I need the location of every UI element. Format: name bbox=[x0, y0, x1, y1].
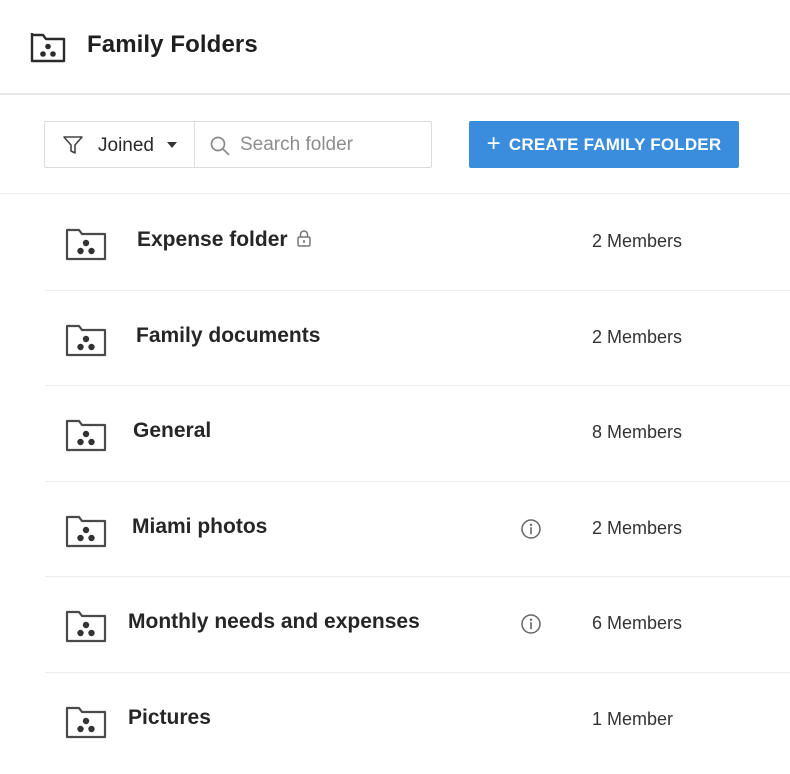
folder-row[interactable]: Miami photos 2 Members bbox=[45, 482, 790, 577]
family-folder-icon bbox=[65, 419, 107, 452]
family-folder-icon bbox=[65, 610, 107, 643]
search-box bbox=[194, 121, 432, 168]
search-icon bbox=[210, 136, 230, 156]
folder-name: Pictures bbox=[128, 706, 211, 730]
member-count: 1 Member bbox=[592, 708, 674, 729]
family-folder-icon bbox=[65, 706, 107, 738]
folder-row[interactable]: Expense folder 2 Members bbox=[45, 195, 790, 291]
folder-row[interactable]: Monthly needs and expenses 6 Members bbox=[45, 577, 790, 673]
member-count: 2 Members bbox=[592, 326, 683, 347]
member-count: 2 Members bbox=[592, 231, 683, 251]
folder-name: Expense folder bbox=[137, 228, 312, 252]
lock-icon bbox=[296, 230, 311, 247]
info-icon[interactable] bbox=[520, 518, 542, 540]
filter-icon bbox=[63, 136, 83, 154]
folder-row[interactable]: Pictures 1 Member bbox=[45, 673, 790, 769]
family-folder-icon bbox=[65, 324, 107, 356]
folder-name-text: Pictures bbox=[128, 705, 211, 729]
filter-dropdown[interactable]: Joined bbox=[44, 121, 194, 168]
family-folder-icon bbox=[65, 228, 107, 261]
folder-name: Miami photos bbox=[132, 515, 267, 539]
folder-name-text: Expense folder bbox=[137, 228, 288, 251]
member-count: 8 Members bbox=[592, 422, 683, 442]
filter-label: Joined bbox=[98, 135, 154, 156]
page-header: Family Folders bbox=[0, 0, 790, 95]
page-title: Family Folders bbox=[87, 31, 258, 58]
member-count: 2 Members bbox=[592, 517, 683, 538]
folder-name: General bbox=[133, 419, 211, 443]
family-folder-icon bbox=[65, 515, 107, 547]
plus-icon: + bbox=[486, 129, 501, 157]
folder-name: Family documents bbox=[136, 324, 320, 348]
folder-name-text: Monthly needs and expenses bbox=[128, 610, 420, 633]
folder-name-text: Family documents bbox=[136, 323, 321, 347]
family-folder-icon bbox=[30, 33, 66, 63]
folder-list: Expense folder 2 Members Family documents 2… bbox=[45, 195, 790, 768]
folder-name-text: General bbox=[133, 419, 212, 442]
folder-row[interactable]: General 8 Members bbox=[45, 386, 790, 482]
folder-name: Monthly needs and expenses bbox=[128, 610, 420, 634]
chevron-down-icon bbox=[167, 142, 177, 148]
info-icon[interactable] bbox=[520, 613, 542, 635]
toolbar: Joined + CREATE FAMILY FOLDER bbox=[0, 96, 790, 194]
create-family-folder-button[interactable]: + CREATE FAMILY FOLDER bbox=[469, 121, 739, 168]
search-input[interactable] bbox=[240, 130, 425, 160]
create-button-label: CREATE FAMILY FOLDER bbox=[508, 134, 722, 154]
folder-name-text: Miami photos bbox=[132, 514, 268, 538]
member-count: 6 Members bbox=[592, 613, 683, 633]
folder-row[interactable]: Family documents 2 Members bbox=[45, 291, 790, 386]
